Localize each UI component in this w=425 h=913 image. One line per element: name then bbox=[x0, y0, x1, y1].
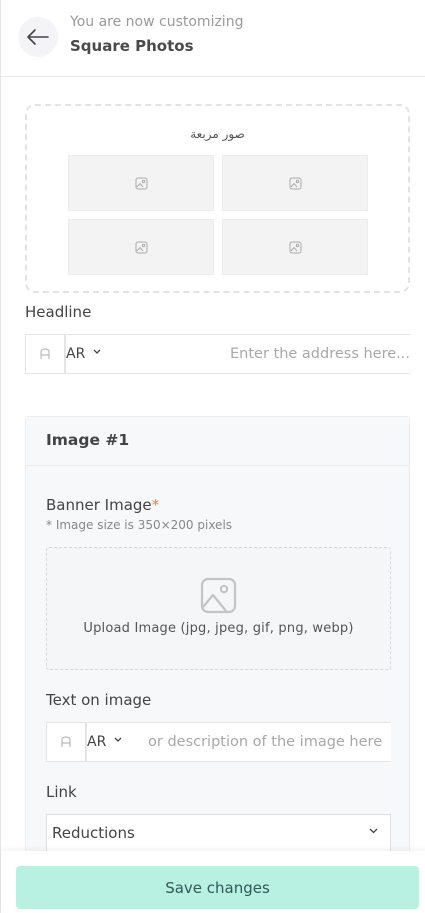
text-on-image-input-group: AR bbox=[46, 722, 391, 762]
letter-a-icon bbox=[40, 348, 50, 359]
image-card-header[interactable]: Image #1 bbox=[26, 417, 409, 466]
headline-input[interactable] bbox=[125, 335, 410, 373]
chevron-down-icon bbox=[114, 737, 122, 742]
link-label: Link bbox=[46, 783, 77, 801]
panel-footer: Save changes bbox=[1, 851, 425, 913]
image-card: Image #1 Banner Image* * Image size is 3… bbox=[25, 416, 410, 886]
headline-label: Headline bbox=[25, 303, 92, 321]
panel-header: You are now customizing Square Photos bbox=[1, 0, 425, 77]
header-title: Square Photos bbox=[70, 37, 194, 55]
chevron-down-icon bbox=[369, 828, 378, 834]
headline-input-group: AR bbox=[25, 334, 410, 374]
language-value: AR bbox=[66, 346, 86, 362]
preview-tile bbox=[68, 155, 214, 211]
image-upload-dropzone[interactable]: Upload Image (jpg, jpeg, gif, png, webp) bbox=[46, 547, 391, 670]
link-select-value: Reductions bbox=[52, 824, 135, 842]
required-mark: * bbox=[151, 496, 160, 514]
preview-title: صور مربعة bbox=[190, 127, 245, 141]
preview-tile bbox=[222, 155, 368, 211]
letter-a-icon bbox=[61, 736, 71, 747]
save-changes-button[interactable]: Save changes bbox=[16, 866, 419, 909]
text-on-image-label: Text on image bbox=[46, 691, 152, 709]
arrow-left-icon bbox=[27, 29, 49, 45]
customizer-panel: You are now customizing Square Photos صو… bbox=[0, 0, 425, 913]
image-card-title: Image #1 bbox=[46, 431, 130, 449]
preview-tile bbox=[68, 219, 214, 275]
chevron-down-icon bbox=[93, 349, 101, 354]
back-button[interactable] bbox=[18, 17, 58, 57]
link-select[interactable]: Reductions bbox=[46, 814, 391, 852]
preview-tile bbox=[222, 219, 368, 275]
image-placeholder-icon bbox=[289, 177, 301, 189]
header-subtitle: You are now customizing bbox=[70, 14, 244, 30]
text-language-select[interactable]: AR bbox=[86, 723, 146, 761]
language-value: AR bbox=[87, 734, 107, 750]
square-photos-preview: صور مربعة bbox=[25, 104, 410, 293]
image-size-hint: * Image size is 350×200 pixels bbox=[46, 518, 233, 532]
banner-image-label: Banner Image* bbox=[46, 496, 159, 514]
image-placeholder-icon bbox=[135, 241, 147, 253]
translate-button[interactable] bbox=[25, 335, 65, 373]
image-placeholder-icon bbox=[289, 241, 301, 253]
translate-button[interactable] bbox=[46, 723, 86, 761]
image-placeholder-icon bbox=[135, 177, 147, 189]
image-upload-icon bbox=[200, 577, 237, 614]
headline-language-select[interactable]: AR bbox=[65, 335, 121, 373]
text-on-image-input[interactable] bbox=[146, 723, 391, 761]
upload-image-text: Upload Image (jpg, jpeg, gif, png, webp) bbox=[83, 621, 354, 636]
banner-image-label-text: Banner Image bbox=[46, 496, 152, 514]
